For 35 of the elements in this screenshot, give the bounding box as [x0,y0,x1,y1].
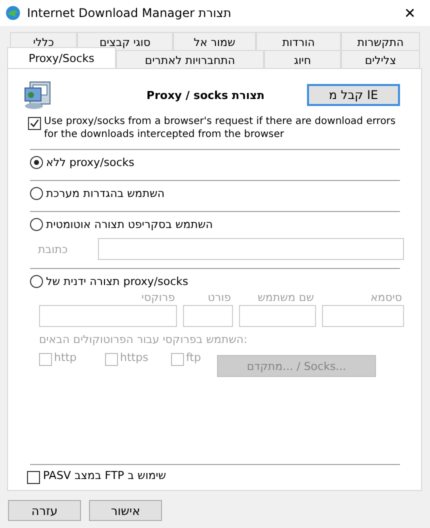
close-button[interactable]: ✕ [390,0,430,26]
dialog-button[interactable]: אישור [89,500,162,521]
radio-label: ללא proxy/socks [46,156,134,169]
get-from-ie-button[interactable]: קבל מ IE [307,84,400,106]
address-label: כתובת [38,242,68,256]
checkbox[interactable] [27,471,40,484]
radio-label: תצורה ידנית של proxy/socks [46,275,188,288]
tab[interactable]: התקשרות [341,32,420,51]
checkbox-label: https [120,351,148,366]
tab[interactable]: צלילים [341,50,420,69]
checkbox-label: ftp [186,351,201,366]
section-heading: Proxy / socks תצורת [146,88,266,102]
tab[interactable]: הורדות [256,32,341,51]
checkbox[interactable] [28,117,41,130]
tab[interactable]: שמור אל [173,32,256,51]
tab[interactable]: Proxy/Socks [7,47,116,68]
app-logo-icon [5,5,21,21]
field-label: פרוקסי [140,291,176,305]
radio-label: השתמש בסקריפט תצורה אוטומטית [46,218,213,231]
radio-button[interactable] [30,218,43,231]
tab[interactable]: חיוג [264,50,341,69]
dialog-button[interactable]: עזרה [8,500,81,521]
checkbox-label: http [54,351,77,366]
field-label: פורט [206,291,232,305]
radio-button[interactable] [30,156,43,169]
checkbox-label: Use proxy/socks from a browser's request if there are download errors for the downloads intercepted from the browser [44,115,397,141]
field-label: שם משתמש [256,291,315,305]
protocols-label: השתמש בפרוקסי עבור הפרוטוקולים הבאים: [39,333,248,346]
tab[interactable]: התחברויות לאתרים [116,50,264,69]
window-title: Internet Download Manager תצורת [27,6,232,20]
radio-button[interactable] [30,187,43,200]
field-label: סיסמא [369,291,403,305]
radio-button[interactable] [30,275,43,288]
checkbox-label: שימוש ב FTP במצב PASV [43,469,166,482]
radio-label: השתמש בהגדרות מערכת [46,187,165,200]
